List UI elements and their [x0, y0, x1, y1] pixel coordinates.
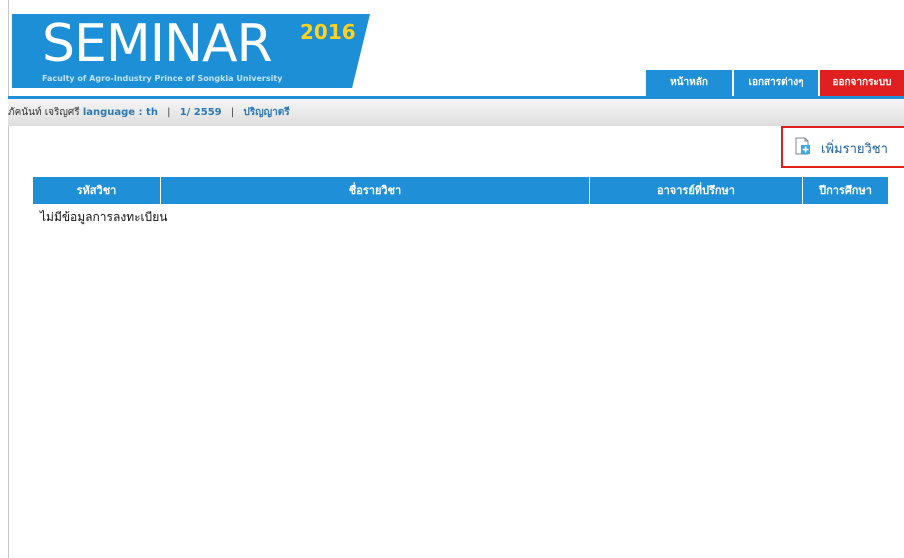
logo-subtitle: Faculty of Agro-Industry Prince of Songk… [42, 74, 283, 83]
add-course-label: เพิ่มรายวิชา [821, 142, 888, 157]
degree-indicator[interactable]: ปริญญาตรี [243, 107, 289, 118]
info-separator: | [167, 107, 171, 118]
page-left-border [8, 0, 9, 558]
nav-documents[interactable]: เอกสารต่างๆ [734, 70, 818, 96]
nav-home[interactable]: หน้าหลัก [646, 70, 732, 96]
add-document-icon [795, 137, 810, 155]
nav-logout[interactable]: ออกจากระบบ [820, 70, 904, 96]
column-academic-year: ปีการศึกษา [819, 184, 872, 197]
user-info-bar: ภัคนันท์ เจริญศรี language : th | 1/ 255… [8, 99, 904, 126]
empty-table-message: ไม่มีข้อมูลการลงทะเบียน [40, 210, 168, 224]
column-course-code: รหัสวิชา [33, 177, 161, 204]
info-separator: | [230, 107, 235, 118]
column-course-name: ชื่อรายวิชา [161, 177, 590, 204]
user-name: ภัคนันท์ เจริญศรี [8, 107, 80, 118]
seminar-logo-banner: SEMINAR 2016 Faculty of Agro-Industry Pr… [12, 14, 370, 88]
add-course-button[interactable]: เพิ่มรายวิชา [781, 126, 904, 168]
logo-title: SEMINAR [42, 14, 273, 74]
term-indicator[interactable]: 1/ 2559 [180, 107, 222, 118]
logo-year: 2016 [300, 20, 356, 44]
course-table-header: รหัสวิชา ชื่อรายวิชา อาจารย์ที่ปรึกษา ปี… [33, 177, 888, 204]
column-advisor: อาจารย์ที่ปรึกษา [590, 177, 803, 204]
language-indicator[interactable]: language : th [83, 107, 158, 118]
